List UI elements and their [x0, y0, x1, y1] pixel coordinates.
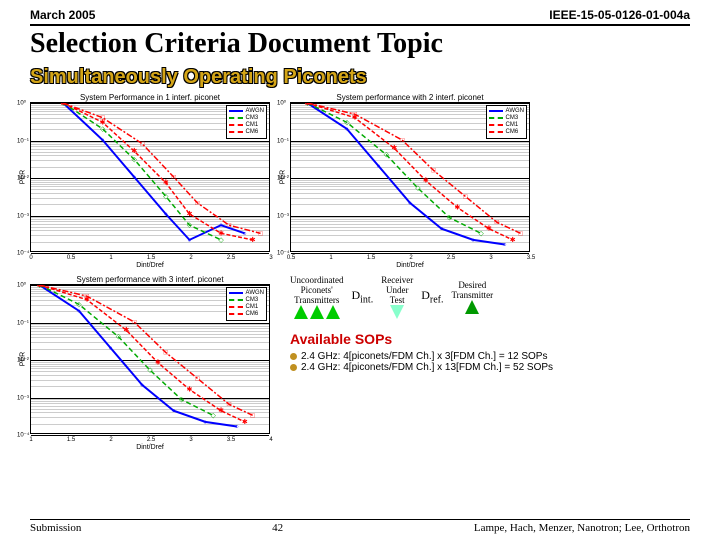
svg-text:□: □ [140, 141, 145, 148]
chart-legend: AWGNCM3CM1CM6 [226, 105, 267, 139]
dint-label: DDint.int. [351, 288, 373, 305]
chart-1-xlabel: Dint/Dref [30, 262, 270, 269]
sop-title: Available SOPs [290, 331, 690, 347]
svg-text:✱: ✱ [510, 236, 516, 244]
subtitle: Simultaneously Operating Piconets [30, 66, 690, 89]
svg-text:✱: ✱ [218, 407, 224, 415]
chart-3-xlabel: Dint/Dref [30, 444, 270, 451]
chart-legend: AWGNCM3CM1CM6 [486, 105, 527, 139]
uncoord-label: Uncoordinated Piconets' Transmitters [290, 275, 343, 305]
chart-1-plot: 10⁰10⁻¹10⁻²10⁻³10⁻⁴00.511.522.53○○○○○○○◇… [30, 102, 270, 252]
svg-text:◇: ◇ [218, 237, 224, 244]
chart-3-plot: 10⁰10⁻¹10⁻²10⁻³10⁻⁴11.522.533.54○○○○○○○◇… [30, 284, 270, 434]
chart-1-title: System Performance in 1 interf. piconet [30, 93, 270, 102]
bullet-icon [290, 353, 297, 360]
svg-text:□: □ [251, 412, 256, 419]
triangle-icon [326, 305, 340, 319]
chart-2-plot: 10⁰10⁻¹10⁻²10⁻³10⁻⁴0.511.522.533.5○○○○○○… [290, 102, 530, 252]
svg-text:□: □ [518, 230, 523, 237]
triangle-icon [390, 305, 404, 319]
sop-line-1: 2.4 GHz: 4[piconets/FDM Ch.] x 3[FDM Ch.… [290, 351, 690, 362]
sop-line-2: 2.4 GHz: 4[piconets/FDM Ch.] x 13[FDM Ch… [290, 362, 690, 373]
main-title: Selection Criteria Document Topic [30, 28, 690, 60]
chart-2: System performance with 2 interf. picone… [290, 93, 530, 269]
svg-text:◇: ◇ [478, 230, 484, 237]
bullet-icon [290, 364, 297, 371]
dref-label: Dref. [421, 288, 443, 305]
desired-label: Desired Transmitter [451, 280, 493, 300]
triangle-icon [465, 300, 479, 314]
chart-2-xlabel: Dint/Dref [290, 262, 530, 269]
svg-text:□: □ [463, 193, 468, 200]
triangle-icon [294, 305, 308, 319]
footer: Submission 42 Lampe, Hach, Menzer, Nanot… [30, 519, 690, 534]
right-column: Uncoordinated Piconets' Transmitters DDi… [280, 275, 690, 373]
header-doc-id: IEEE-15-05-0126-01-004a [549, 8, 690, 22]
triangle-icon [310, 305, 324, 319]
svg-text:◇: ◇ [210, 412, 216, 419]
svg-text:□: □ [195, 375, 200, 382]
piconet-diagram: Uncoordinated Piconets' Transmitters DDi… [290, 275, 690, 319]
svg-text:✱: ✱ [486, 225, 492, 233]
chart-legend: AWGNCM3CM1CM6 [226, 287, 267, 321]
chart-3-title: System performance with 3 interf. picone… [30, 275, 270, 284]
receiver-label: Receiver Under Test [381, 275, 413, 305]
svg-text:✱: ✱ [242, 418, 248, 426]
header-date: March 2005 [30, 8, 95, 22]
svg-text:□: □ [258, 230, 263, 237]
chart-3: System performance with 3 interf. picone… [30, 275, 270, 451]
chart-2-title: System performance with 2 interf. picone… [290, 93, 530, 102]
page-number: 42 [272, 522, 283, 534]
footer-right: Lampe, Hach, Menzer, Nanotron; Lee, Orth… [474, 522, 690, 534]
footer-left: Submission [30, 522, 81, 534]
header-row: March 2005 IEEE-15-05-0126-01-004a [30, 8, 690, 26]
chart-1: System Performance in 1 interf. piconet … [30, 93, 270, 269]
